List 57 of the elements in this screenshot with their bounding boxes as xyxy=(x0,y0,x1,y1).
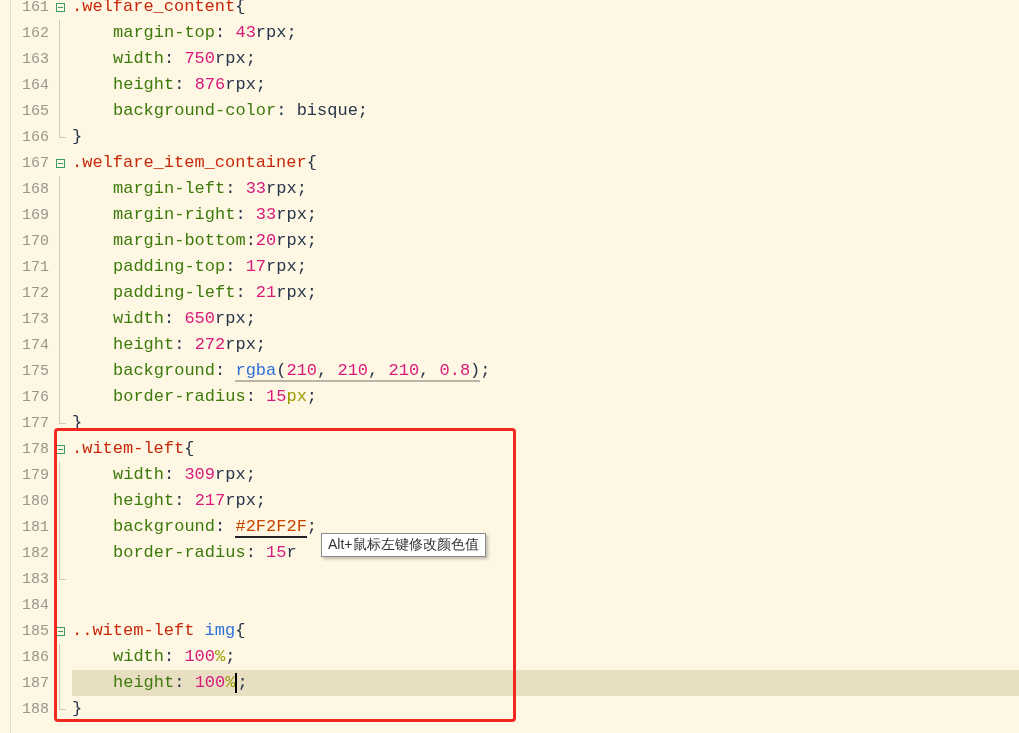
fold-toggle-icon[interactable] xyxy=(56,158,65,168)
code-line: background: rgba(210, 210, 210, 0.8); xyxy=(112,360,491,384)
line-number: 165 xyxy=(21,102,49,120)
code-line: border-radius: 15r xyxy=(112,542,297,564)
line-number: 161 xyxy=(21,0,49,16)
fold-toggle-icon[interactable] xyxy=(56,444,65,454)
line-number: 188 xyxy=(21,700,49,718)
line-number: 183 xyxy=(21,570,49,588)
code-line: padding-left: 21rpx; xyxy=(112,282,318,304)
line-number: 185 xyxy=(21,622,49,640)
line-number: 173 xyxy=(21,310,49,328)
line-number: 178 xyxy=(21,440,49,458)
code-line: border-radius: 15px; xyxy=(112,386,318,408)
line-number: 171 xyxy=(21,258,49,276)
line-number: 168 xyxy=(21,180,49,198)
fold-toggle-icon[interactable] xyxy=(56,2,65,12)
line-number: 172 xyxy=(21,284,49,302)
code-line: } xyxy=(72,126,83,148)
line-number: 169 xyxy=(21,206,49,224)
line-number: 181 xyxy=(21,518,49,536)
line-number: 180 xyxy=(21,492,49,510)
tooltip: Alt+鼠标左键修改颜色值 xyxy=(321,533,486,557)
line-number: 186 xyxy=(21,648,49,666)
code-line: .witem-left{ xyxy=(72,438,195,460)
line-number: 163 xyxy=(21,50,49,68)
code-line: width: 650rpx; xyxy=(112,308,256,330)
code-line: height: 876rpx; xyxy=(112,74,267,96)
line-number: 182 xyxy=(21,544,49,562)
code-line: margin-top: 43rpx; xyxy=(112,22,297,44)
code-line: margin-left: 33rpx; xyxy=(112,178,307,200)
line-number: 174 xyxy=(21,336,49,354)
code-line: height: 272rpx; xyxy=(112,334,267,356)
code-line: height: 217rpx; xyxy=(112,490,267,512)
code-line: padding-top: 17rpx; xyxy=(112,256,307,278)
line-number: 167 xyxy=(21,154,49,172)
line-number: 187 xyxy=(21,674,49,692)
line-number: 162 xyxy=(21,24,49,42)
code-line: } xyxy=(72,698,83,720)
code-line: width: 309rpx; xyxy=(112,464,256,486)
line-number: 179 xyxy=(21,466,49,484)
code-line: width: 100%; xyxy=(112,646,236,668)
line-number: 164 xyxy=(21,76,49,94)
line-number: 184 xyxy=(21,596,49,614)
code-line: margin-bottom:20rpx; xyxy=(112,230,318,252)
fold-toggle-icon[interactable] xyxy=(56,626,65,636)
code-line: height: 100%; xyxy=(112,671,248,695)
line-number: 166 xyxy=(21,128,49,146)
line-number: 170 xyxy=(21,232,49,250)
code-line: .welfare_item_container{ xyxy=(72,152,317,174)
line-number: 175 xyxy=(21,362,49,380)
line-number: 176 xyxy=(21,388,49,406)
code-line: background-color: bisque; xyxy=(112,100,369,122)
code-line: background: #2F2F2F; xyxy=(112,516,318,540)
code-line: width: 750rpx; xyxy=(112,48,256,70)
code-line: ..witem-left img{ xyxy=(72,620,246,642)
line-number: 177 xyxy=(21,414,49,432)
code-line: margin-right: 33rpx; xyxy=(112,204,318,226)
